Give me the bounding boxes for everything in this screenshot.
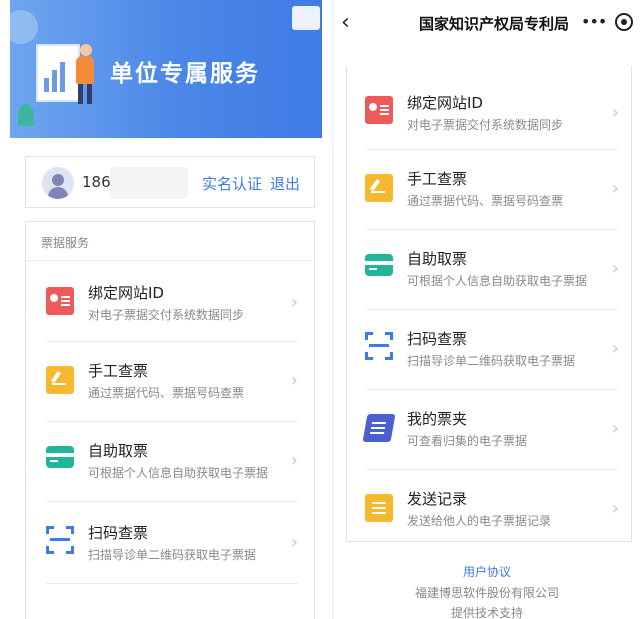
nav-bar: ‹ 国家知识产权局专利局 ••• (333, 0, 640, 44)
manual-edit-icon (365, 174, 393, 202)
item-title: 绑定网站ID (88, 284, 164, 302)
folder-icon (362, 414, 396, 442)
phone-redaction (110, 167, 188, 199)
item-title: 扫码查票 (88, 524, 149, 542)
divider (26, 260, 314, 261)
chart-board-illustration (36, 44, 80, 102)
card-icon (365, 254, 393, 276)
chevron-right-icon: › (611, 338, 619, 359)
card-icon (46, 446, 74, 468)
right-screen: ‹ 国家知识产权局专利局 ••• 绑定网站ID 对电子票据交付系统数据同步 › … (332, 0, 640, 619)
list-item-manual-check[interactable]: 手工查票 通过票据代码、票据号码查票 › (365, 150, 619, 230)
left-screen: 单位专属服务 1861 实名认证 退出 票据服务 绑定网站ID 对电子票据交付系… (0, 0, 328, 619)
tech-support-text: 提供技术支持 (450, 606, 523, 619)
list-item-manual-check[interactable]: 手工查票 通过票据代码、票据号码查票 › (46, 342, 298, 422)
list-item-self-pickup[interactable]: 自助取票 可根据个人信息自助获取电子票据 › (46, 422, 298, 502)
item-desc: 可根据个人信息自助获取电子票据 (88, 466, 269, 480)
item-desc: 发送给他人的电子票据记录 (407, 514, 552, 528)
item-desc: 对电子票据交付系统数据同步 (407, 118, 564, 132)
user-card: 1861 实名认证 退出 (25, 156, 315, 208)
list-item-bind-website-id[interactable]: 绑定网站ID 对电子票据交付系统数据同步 › (365, 70, 619, 150)
plant-illustration (18, 104, 34, 126)
person-illustration (80, 44, 92, 56)
chevron-right-icon: › (611, 418, 619, 439)
item-desc: 扫描导诊单二维码获取电子票据 (88, 548, 257, 562)
back-icon[interactable]: ‹ (341, 10, 350, 35)
item-title: 手工查票 (407, 170, 468, 188)
page-title: 国家知识产权局专利局 (419, 15, 570, 33)
item-desc: 对电子票据交付系统数据同步 (88, 308, 245, 322)
item-desc: 扫描导诊单二维码获取电子票据 (407, 354, 576, 368)
divider (46, 501, 298, 502)
company-name: 福建博思软件股份有限公司 (414, 586, 559, 600)
list-item-scan-check[interactable]: 扫码查票 扫描导诊单二维码获取电子票据 › (365, 310, 619, 390)
list-item-scan-check[interactable]: 扫码查票 扫描导诊单二维码获取电子票据 › (46, 504, 298, 584)
real-name-verify-link[interactable]: 实名认证 (202, 173, 262, 194)
item-desc: 可根据个人信息自助获取电子票据 (407, 274, 588, 288)
list-item-bind-website-id[interactable]: 绑定网站ID 对电子票据交付系统数据同步 › (46, 262, 298, 342)
item-title: 发送记录 (407, 490, 468, 508)
scan-icon (46, 526, 74, 554)
chevron-right-icon: › (611, 258, 619, 279)
avatar[interactable] (42, 167, 74, 199)
ticket-service-card: 票据服务 绑定网站ID 对电子票据交付系统数据同步 › 手工查票 通过票据代码、… (25, 221, 315, 619)
list-item-self-pickup[interactable]: 自助取票 可根据个人信息自助获取电子票据 › (365, 230, 619, 310)
item-title: 自助取票 (88, 442, 149, 460)
id-card-icon (365, 96, 393, 124)
scan-icon (365, 332, 393, 360)
chevron-right-icon: › (290, 292, 298, 313)
item-desc: 可查看归集的电子票据 (407, 434, 528, 448)
more-icon[interactable]: ••• (581, 12, 607, 31)
item-title: 自助取票 (407, 250, 468, 268)
divider (46, 583, 298, 584)
chevron-right-icon: › (290, 370, 298, 391)
item-title: 绑定网站ID (407, 94, 483, 112)
item-title: 扫码查票 (407, 330, 468, 348)
item-title: 手工查票 (88, 362, 149, 380)
banner-title: 单位专属服务 (110, 61, 260, 87)
list-item-my-ticket-folder[interactable]: 我的票夹 可查看归集的电子票据 › (362, 390, 619, 470)
service-banner: 单位专属服务 (10, 0, 322, 138)
user-agreement-link[interactable]: 用户协议 (333, 563, 640, 580)
chevron-right-icon: › (611, 178, 619, 199)
chevron-right-icon: › (290, 450, 298, 471)
ticket-service-card: 绑定网站ID 对电子票据交付系统数据同步 › 手工查票 通过票据代码、票据号码查… (346, 66, 632, 542)
logout-link[interactable]: 退出 (270, 173, 300, 194)
manual-edit-icon (46, 366, 74, 394)
item-desc: 通过票据代码、票据号码查票 (407, 194, 564, 208)
chevron-right-icon: › (611, 102, 619, 123)
send-record-icon (365, 494, 393, 522)
id-card-icon (46, 287, 74, 315)
banner-decoration (10, 10, 38, 44)
section-title: 票据服务 (41, 236, 90, 250)
chevron-right-icon: › (290, 532, 298, 553)
mini-program-capsule: ••• (577, 10, 639, 36)
item-title: 我的票夹 (407, 410, 468, 428)
item-desc: 通过票据代码、票据号码查票 (88, 386, 245, 400)
list-item-send-record[interactable]: 发送记录 发送给他人的电子票据记录 › (365, 470, 619, 550)
chart-icon (292, 6, 320, 30)
chevron-right-icon: › (611, 498, 619, 519)
close-target-icon[interactable] (615, 13, 633, 31)
